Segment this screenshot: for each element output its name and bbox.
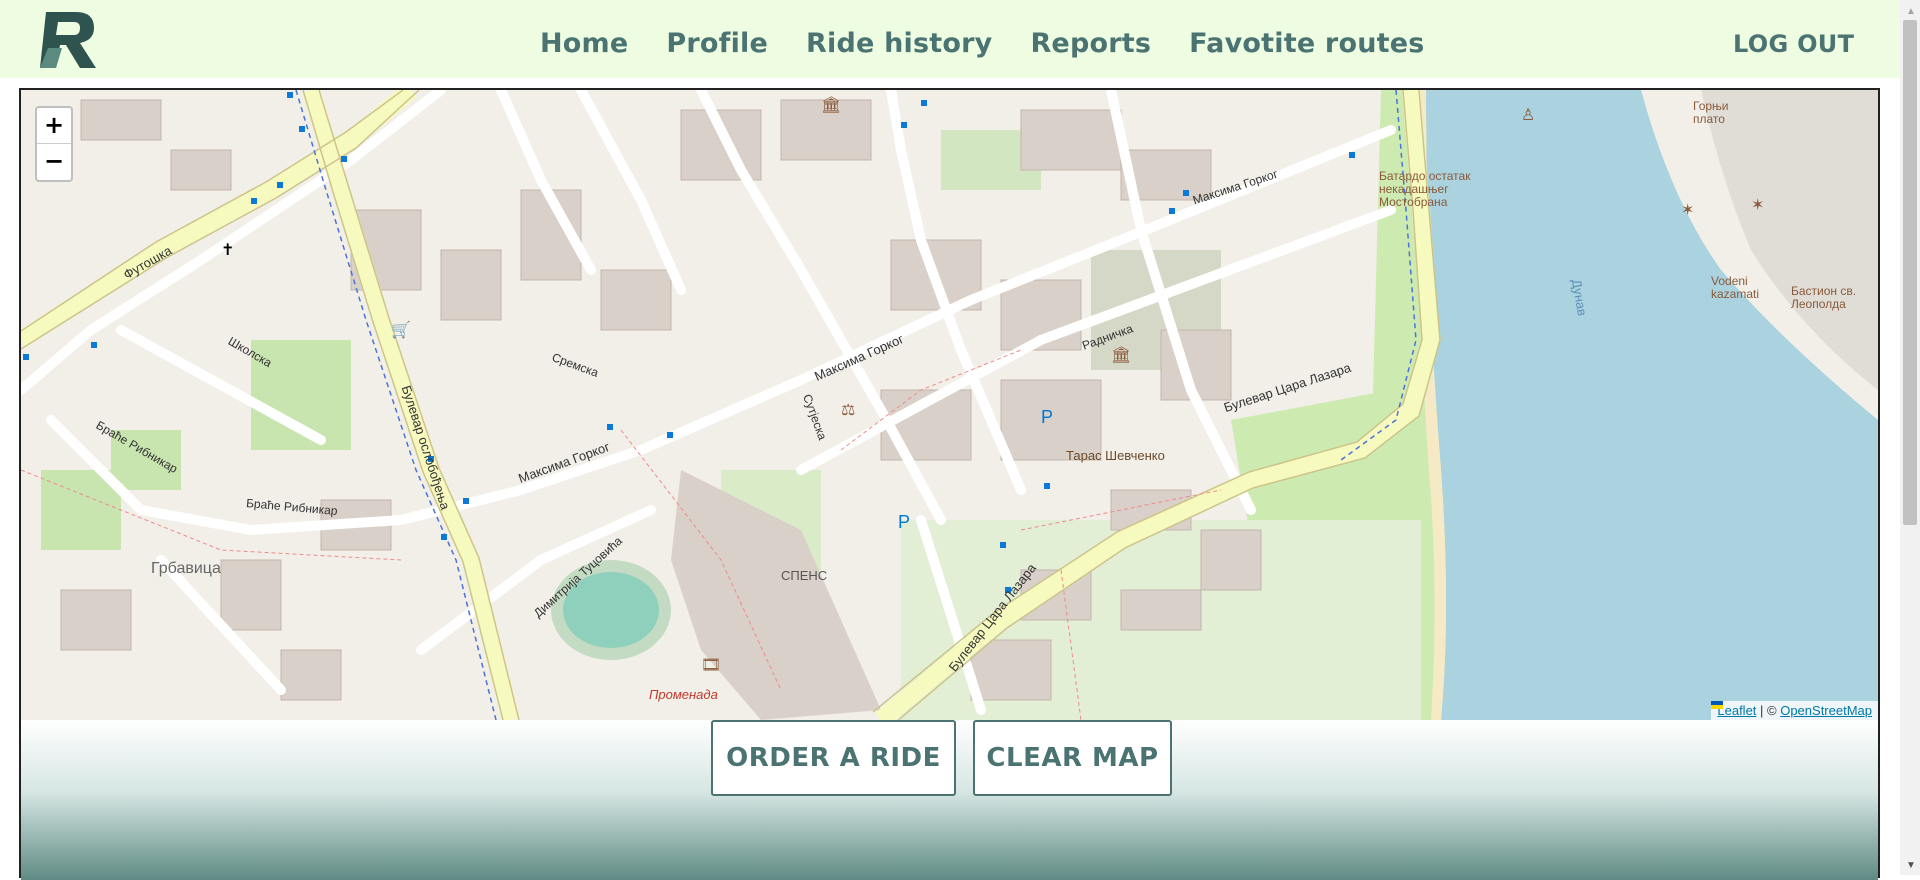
museum-icon: 🏛 (1111, 347, 1132, 364)
ukraine-flag-icon (1711, 701, 1724, 709)
church-icon: ✝ (221, 242, 235, 259)
nav-home[interactable]: Home (540, 28, 628, 59)
landmark-label: Vodeni kazamati (1711, 274, 1760, 301)
statue-icon: ♙ (1521, 107, 1536, 124)
zoom-control: + − (35, 106, 73, 182)
osm-link[interactable]: OpenStreetMap (1780, 703, 1872, 718)
order-ride-button[interactable]: ORDER A RIDE (711, 720, 956, 796)
map-attribution: Leaflet | © OpenStreetMap (1711, 701, 1878, 720)
courthouse-icon: ⚖ (841, 402, 856, 419)
map-view[interactable]: Футошка Школска Булевар ослобођења Макси… (21, 90, 1878, 720)
nav-profile[interactable]: Profile (666, 28, 768, 59)
scroll-down-arrow-icon[interactable]: ▼ (1906, 860, 1916, 871)
clear-map-button[interactable]: CLEAR MAP (973, 720, 1172, 796)
shop-icon: 🛒 (391, 322, 411, 339)
map-container: Футошка Школска Булевар ослобођења Макси… (19, 88, 1880, 880)
cinema-icon: 🎞 (701, 657, 722, 674)
parking-icon: P (1041, 407, 1054, 427)
nav-favorite-routes[interactable]: Favotite routes (1189, 28, 1424, 59)
zoom-in-button[interactable]: + (37, 108, 71, 144)
monument-label: Тарас Шевченко (1066, 448, 1165, 463)
nav-reports[interactable]: Reports (1030, 28, 1151, 59)
landmark-label: Горњи плато (1693, 99, 1729, 126)
logout-link[interactable]: LOG OUT (1733, 30, 1854, 58)
top-navbar: Home Profile Ride history Reports Favoti… (0, 0, 1900, 78)
main-nav: Home Profile Ride history Reports Favoti… (540, 28, 1463, 59)
scroll-up-arrow-icon[interactable]: ▲ (1906, 6, 1916, 17)
district-label: Грбавица (151, 560, 221, 577)
logo-icon[interactable] (36, 8, 102, 70)
map-tiles (21, 90, 1878, 720)
fort-icon: ✶ (1681, 202, 1695, 219)
fort-icon: ✶ (1751, 197, 1765, 214)
museum-icon: 🏛 (821, 97, 842, 114)
scroll-thumb[interactable] (1903, 20, 1917, 525)
attribution-separator: | © (1756, 703, 1781, 718)
page-scrollbar[interactable]: ▲ ▼ (1900, 0, 1920, 875)
venue-label: СПЕНС (781, 568, 828, 583)
nav-ride-history[interactable]: Ride history (806, 28, 992, 59)
parking-icon: P (898, 512, 911, 532)
landmark-label: Батардо остатак некадашњег Мостобрана (1379, 169, 1471, 209)
ride-controls: ORDER A RIDE CLEAR MAP (21, 720, 1878, 880)
landmark-label: Бастион св. Леополда (1791, 284, 1857, 311)
zoom-out-button[interactable]: − (37, 144, 71, 180)
venue-label: Променада (649, 687, 718, 702)
